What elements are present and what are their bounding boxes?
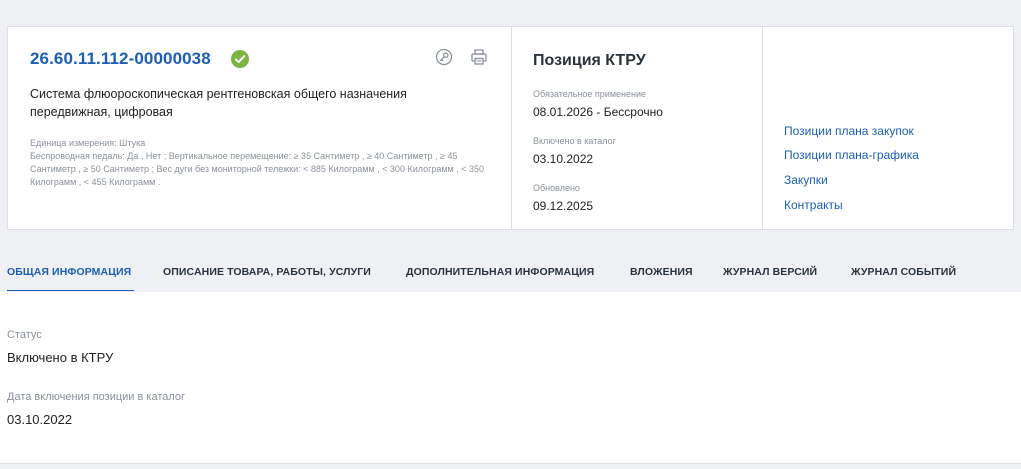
link-contracts[interactable]: Контракты [784, 198, 843, 212]
link-plan-positions[interactable]: Позиции плана закупок [784, 124, 914, 138]
position-summary: 26.60.11.112-00000038 Система флюороскоп… [8, 27, 511, 229]
inclusion-date-label: Дата включения позиции в каталог [7, 391, 186, 403]
tab-additional-info[interactable]: ДОПОЛНИТЕЛЬНАЯ ИНФОРМАЦИЯ [406, 266, 594, 278]
status-label: Статус [7, 329, 42, 341]
related-links: Позиции плана закупок Позиции плана-граф… [762, 27, 1013, 229]
characteristics-text: Беспроводная педаль: Да , Нет ; Вертикал… [30, 151, 485, 187]
link-schedule-positions[interactable]: Позиции плана-графика [784, 148, 919, 162]
tab-version-log[interactable]: ЖУРНАЛ ВЕРСИЙ [723, 266, 817, 278]
mandatory-label: Обязательное применение [533, 89, 646, 99]
link-purchases[interactable]: Закупки [784, 173, 828, 187]
inclusion-date-value: 03.10.2022 [7, 412, 73, 427]
included-value: 03.10.2022 [533, 152, 594, 166]
ktru-title: Позиция КТРУ [533, 52, 646, 69]
tab-event-log[interactable]: ЖУРНАЛ СОБЫТИЙ [851, 266, 956, 278]
tab-product-description[interactable]: ОПИСАНИЕ ТОВАРА, РАБОТЫ, УСЛУГИ [163, 266, 371, 278]
updated-label: Обновлено [533, 183, 580, 193]
active-tab-indicator [7, 290, 134, 291]
position-description: Система флюороскопическая рентгеновская … [30, 87, 407, 119]
ktru-info: Позиция КТРУ Обязательное применение 08.… [511, 27, 762, 229]
general-info-panel: Статус Включено в КТРУ Дата включения по… [0, 292, 1021, 464]
position-characteristics: Единица измерения: Штука Беспроводная пе… [30, 137, 500, 189]
check-circle-icon [231, 50, 249, 68]
included-label: Включено в каталог [533, 136, 616, 146]
position-code-link[interactable]: 26.60.11.112-00000038 [30, 49, 211, 69]
ktru-card: 26.60.11.112-00000038 Система флюороскоп… [7, 26, 1014, 230]
tab-general-info[interactable]: ОБЩАЯ ИНФОРМАЦИЯ [7, 266, 131, 278]
updated-value: 09.12.2025 [533, 199, 594, 213]
tab-bar: ОБЩАЯ ИНФОРМАЦИЯ ОПИСАНИЕ ТОВАРА, РАБОТЫ… [0, 256, 1021, 292]
printer-icon[interactable] [470, 48, 488, 66]
status-value: Включено в КТРУ [7, 350, 114, 365]
key-icon[interactable] [435, 48, 453, 66]
tab-attachments[interactable]: ВЛОЖЕНИЯ [630, 266, 693, 278]
unit-line: Единица измерения: Штука [30, 138, 146, 148]
mandatory-value: 08.01.2026 - Бессрочно [533, 105, 663, 119]
